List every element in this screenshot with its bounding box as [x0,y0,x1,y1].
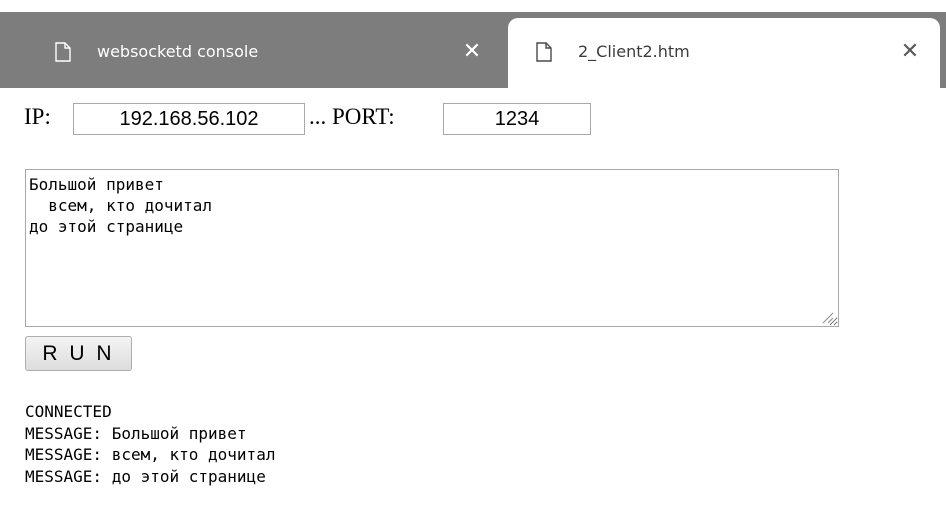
output-log: CONNECTED MESSAGE: Большой привет MESSAGE:… [25,401,905,487]
tab-websocketd-console[interactable]: websocketd console ✕ [0,18,500,88]
port-label: ... PORT: [309,104,395,129]
file-icon [55,42,71,62]
message-textarea[interactable] [25,169,839,327]
log-line: MESSAGE: Большой привет [25,423,247,443]
ip-label: IP: [24,104,51,129]
ip-input[interactable] [73,103,305,135]
tab-title: 2_Client2.htm [578,42,690,61]
file-icon [536,42,552,62]
tab-title: websocketd console [97,42,259,61]
log-line: CONNECTED [25,402,112,421]
run-button[interactable]: R U N [25,336,132,371]
tab-strip: websocketd console ✕ 2_Client2.htm ✕ [0,0,946,88]
log-line: MESSAGE: до этой странице [25,466,266,486]
resize-handle-icon[interactable] [820,310,834,324]
close-tab-icon[interactable]: ✕ [898,40,922,64]
page-content: IP: ... PORT: R U N CONNECTED MESSAGE: Бо… [0,88,946,514]
close-tab-icon[interactable]: ✕ [460,40,484,64]
log-line: MESSAGE: всем, кто дочитал [25,445,276,464]
port-input[interactable] [443,103,591,135]
tab-client2[interactable]: 2_Client2.htm ✕ [508,18,940,88]
window-top-edge [0,0,946,12]
